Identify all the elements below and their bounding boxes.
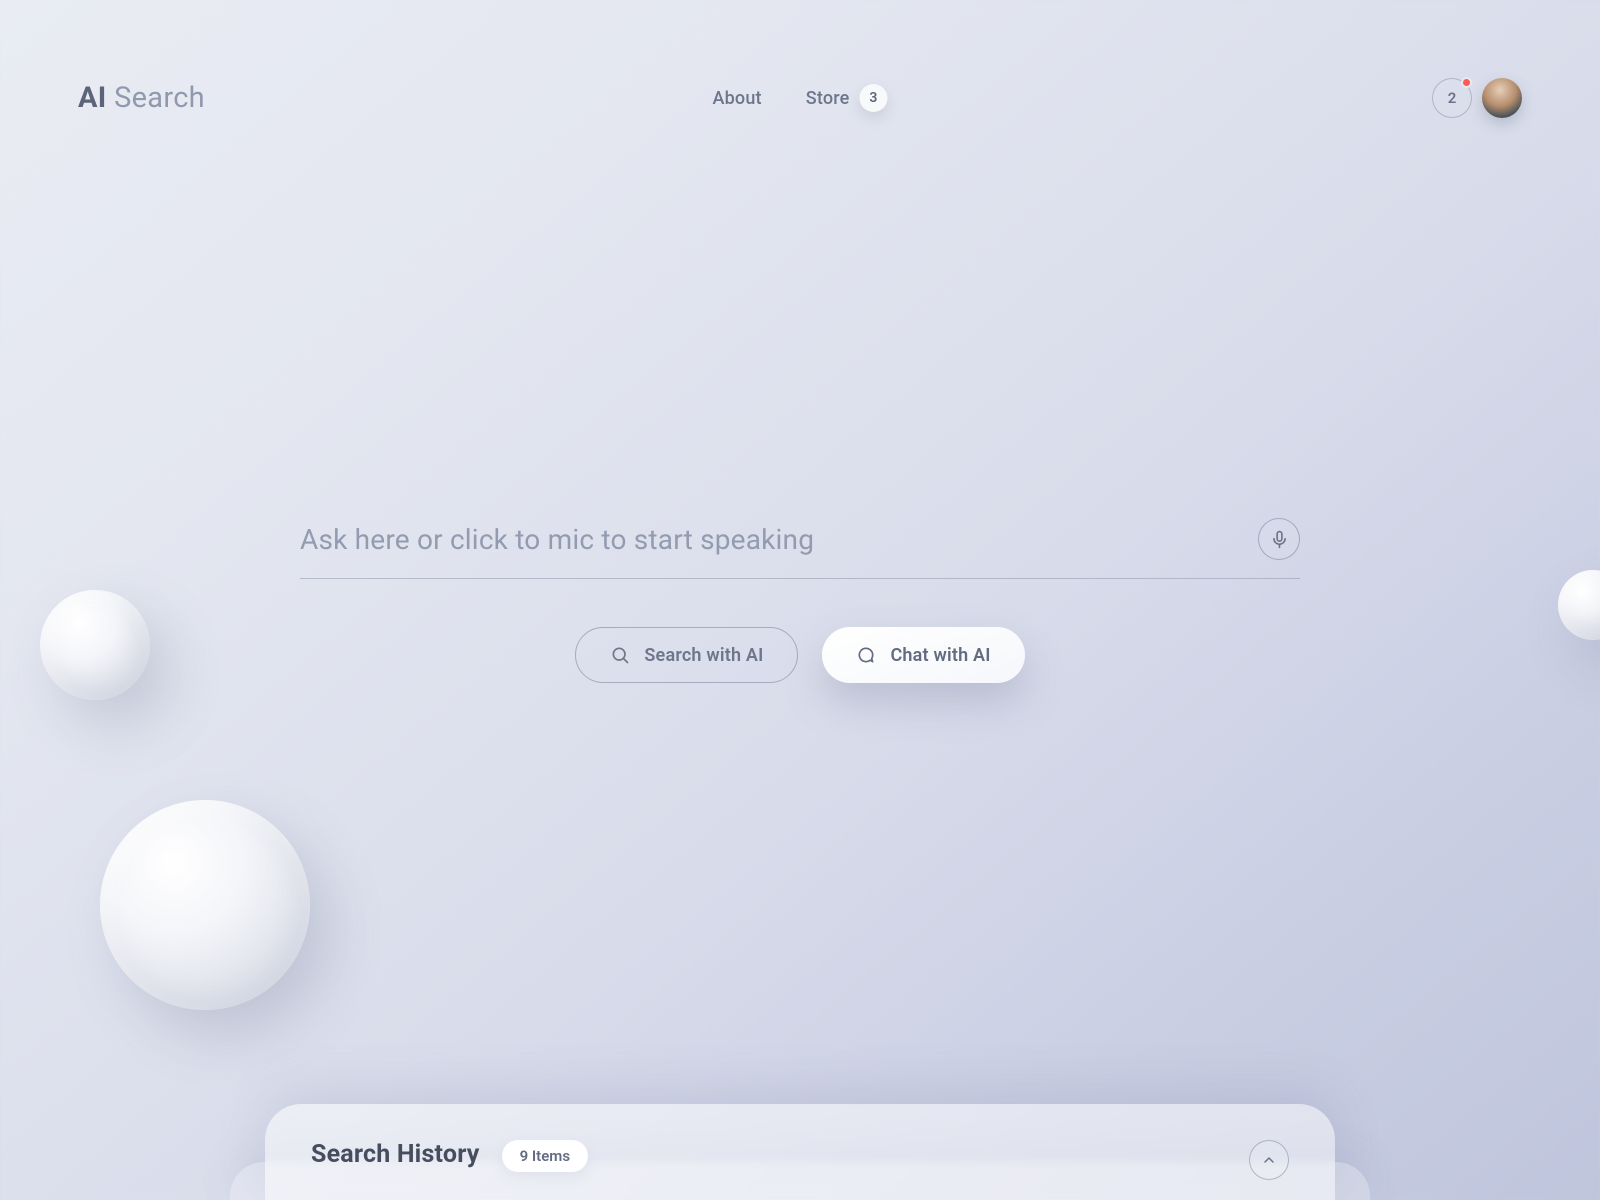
chat-with-ai-button[interactable]: Chat with AI: [822, 627, 1024, 683]
decorative-sphere: [100, 800, 310, 1010]
logo-bold: AI: [78, 81, 107, 115]
mic-icon: [1270, 530, 1289, 549]
search-history-panel: Search History 9 Items: [265, 1104, 1335, 1200]
notification-dot-icon: [1461, 77, 1472, 88]
history-expand-button[interactable]: [1249, 1140, 1289, 1180]
history-card[interactable]: Search History 9 Items: [265, 1104, 1335, 1200]
history-title: Search History: [311, 1140, 480, 1169]
decorative-sphere: [40, 590, 150, 700]
search-with-ai-label: Search with AI: [644, 645, 763, 666]
action-buttons: Search with AI Chat with AI: [575, 627, 1024, 683]
notifications-button[interactable]: 2: [1432, 78, 1472, 118]
nav: About Store 3: [712, 84, 887, 112]
chevron-up-icon: [1261, 1152, 1277, 1168]
search-row: [300, 518, 1300, 579]
nav-about[interactable]: About: [712, 88, 761, 109]
nav-store[interactable]: Store 3: [806, 84, 888, 112]
history-items-badge: 9 Items: [502, 1140, 588, 1172]
search-area: Search with AI Chat with AI: [300, 518, 1300, 683]
search-icon: [610, 645, 630, 665]
decorative-sphere: [1558, 570, 1600, 640]
mic-button[interactable]: [1258, 518, 1300, 560]
logo[interactable]: AI Search: [78, 81, 205, 115]
notifications-count: 2: [1448, 89, 1457, 107]
avatar[interactable]: [1482, 78, 1522, 118]
nav-about-label: About: [712, 88, 761, 109]
search-input[interactable]: [300, 523, 1240, 556]
chat-with-ai-label: Chat with AI: [890, 645, 990, 666]
nav-store-label: Store: [806, 88, 850, 109]
logo-light: Search: [114, 81, 205, 115]
store-count-badge: 3: [860, 84, 888, 112]
chat-icon: [856, 645, 876, 665]
header: AI Search About Store 3 2: [0, 0, 1600, 118]
header-right: 2: [1432, 78, 1522, 118]
search-with-ai-button[interactable]: Search with AI: [575, 627, 798, 683]
